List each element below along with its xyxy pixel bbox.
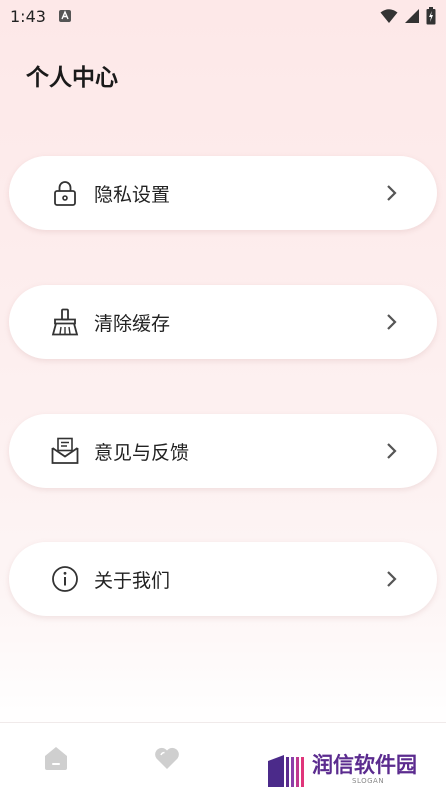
broom-icon (51, 308, 79, 336)
chevron-right-icon (387, 443, 397, 459)
watermark-emblem-icon (268, 755, 304, 787)
bottom-tab-bar: 润信软件园 SLOGAN (0, 722, 446, 793)
info-icon (52, 566, 78, 592)
heart-icon[interactable] (154, 746, 180, 770)
status-time: 1:43 (10, 6, 46, 26)
privacy-settings-item[interactable]: 隐私设置 (9, 156, 437, 230)
signal-icon (405, 9, 419, 23)
feedback-item[interactable]: 意见与反馈 (9, 414, 437, 488)
envelope-icon (51, 437, 79, 464)
menu-item-label: 意见与反馈 (94, 441, 190, 464)
watermark-logo: 润信软件园 SLOGAN (266, 749, 430, 789)
app-notification-icon (58, 10, 71, 22)
page-title: 个人中心 (26, 65, 118, 91)
status-bar: 1:43 (0, 0, 446, 32)
lock-icon (54, 181, 76, 206)
battery-icon (426, 7, 436, 25)
chevron-right-icon (387, 314, 397, 330)
clear-cache-item[interactable]: 清除缓存 (9, 285, 437, 359)
watermark-text: 润信软件园 (312, 753, 417, 777)
menu-item-label: 关于我们 (94, 569, 171, 592)
wifi-icon (380, 9, 398, 23)
chevron-right-icon (387, 185, 397, 201)
menu-item-label: 清除缓存 (94, 312, 171, 335)
watermark-slogan: SLOGAN (352, 777, 385, 785)
chevron-right-icon (387, 571, 397, 587)
home-icon[interactable] (43, 745, 69, 771)
about-us-item[interactable]: 关于我们 (9, 542, 437, 616)
menu-item-label: 隐私设置 (94, 183, 171, 206)
